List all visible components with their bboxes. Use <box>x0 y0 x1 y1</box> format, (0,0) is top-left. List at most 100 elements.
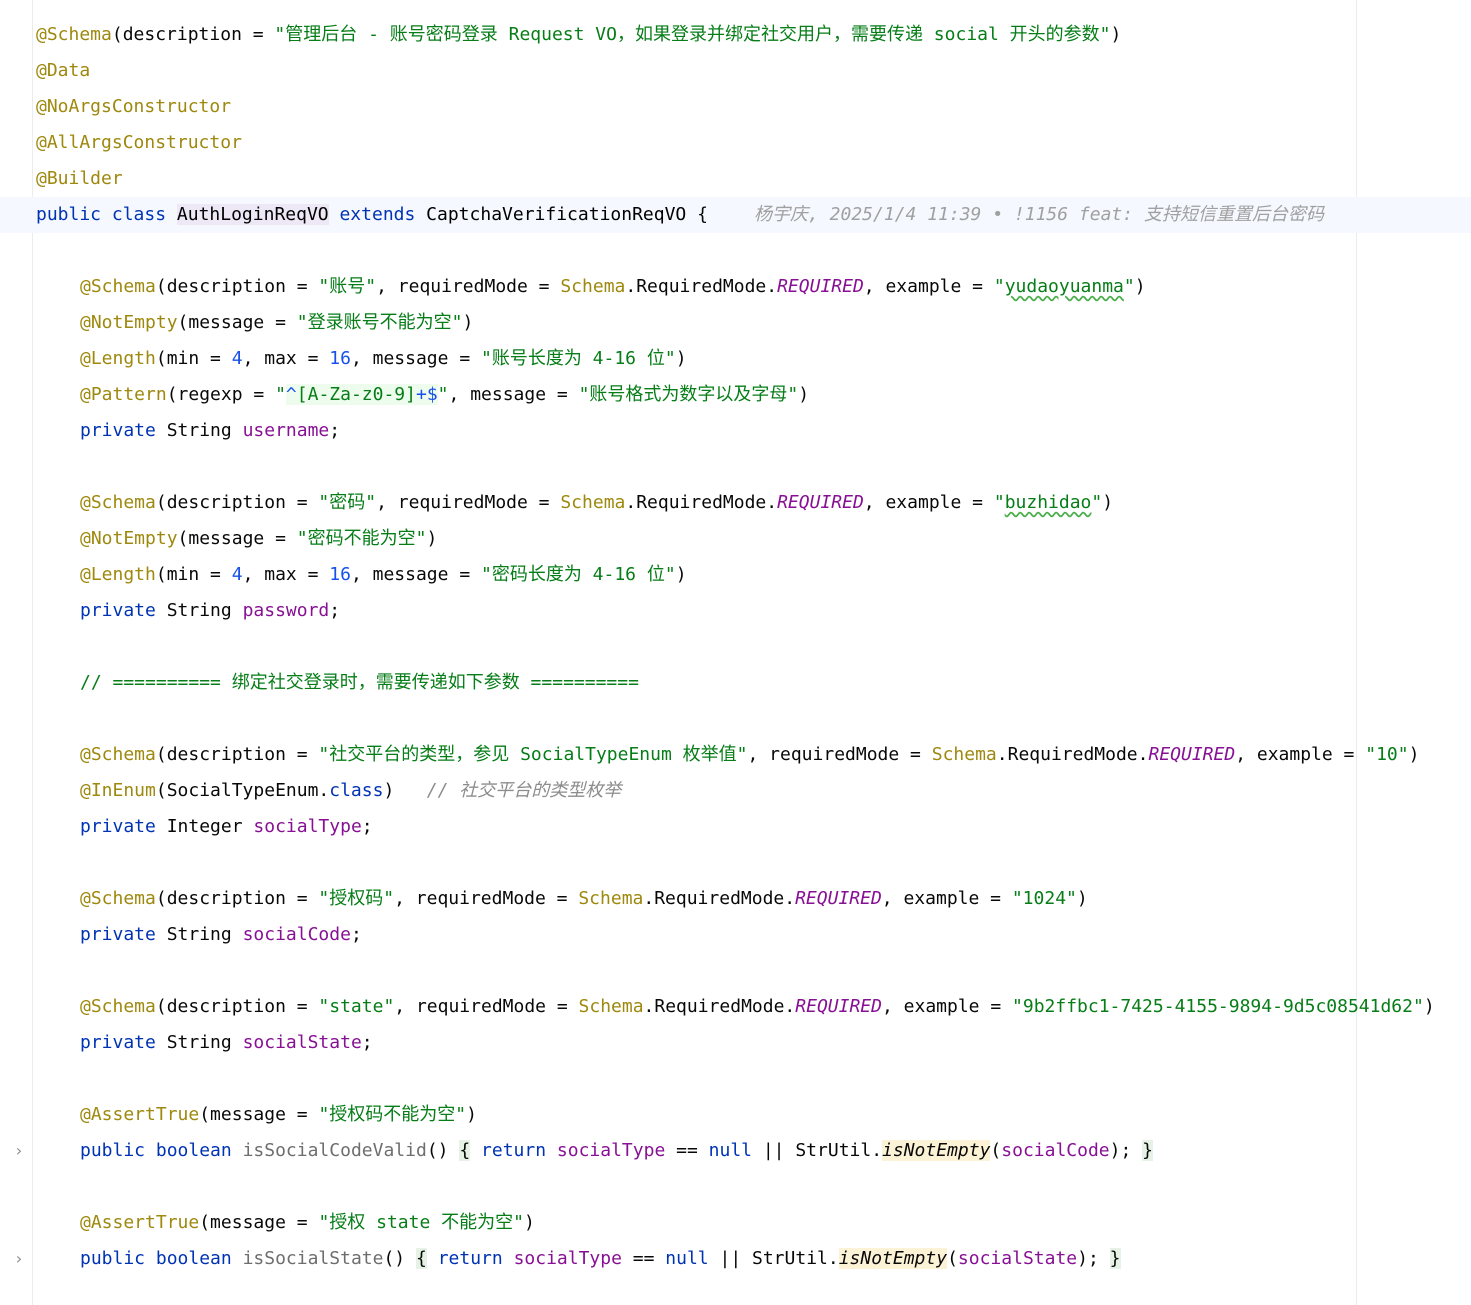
quote: " <box>275 384 286 405</box>
code-text: @Schema(description = "密码", requiredMode… <box>80 485 1113 521</box>
string-literal: "授权 state 不能为空" <box>318 1212 524 1233</box>
code-text: @NotEmpty(message = "密码不能为空") <box>80 521 437 557</box>
field-name[interactable]: password <box>243 600 330 621</box>
code-text: @InEnum(SocialTypeEnum.class) // 社交平台的类型… <box>80 773 621 809</box>
static-method-call[interactable]: isNotEmpty <box>882 1140 991 1161</box>
code-line-9[interactable]: @NotEmpty(message = "登录账号不能为空") <box>0 305 1471 341</box>
code-token: ) <box>798 384 810 405</box>
code-line-25[interactable]: @Schema(description = "授权码", requiredMod… <box>0 881 1471 917</box>
code-token: ( <box>947 1248 958 1269</box>
annotation: @NotEmpty <box>80 528 178 549</box>
keyword: class <box>111 204 167 225</box>
code-token: , requiredMode = <box>394 888 579 909</box>
code-token: (regexp = <box>166 384 276 405</box>
enum-constant: REQUIRED <box>1148 744 1236 765</box>
code-line-11[interactable]: @Pattern(regexp = "^[A-Za-z0-9]+$", mess… <box>0 377 1471 413</box>
fold-expand-icon[interactable]: › <box>14 1241 24 1277</box>
enum-constant: REQUIRED <box>795 888 882 909</box>
folded-open-brace[interactable]: { <box>459 1140 471 1161</box>
code-line-15[interactable]: @NotEmpty(message = "密码不能为空") <box>0 521 1471 557</box>
field-reference: socialType <box>556 1140 666 1161</box>
static-method-call[interactable]: isNotEmpty <box>838 1248 948 1269</box>
keyword: public <box>80 1248 146 1269</box>
code-text: @Schema(description = "社交平台的类型，参见 Social… <box>80 737 1419 773</box>
typo-string[interactable]: yudaoyuanma <box>1005 276 1124 297</box>
code-token: .RequiredMode. <box>625 492 778 513</box>
code-token: (message = <box>199 1104 319 1125</box>
typo-string[interactable]: buzhidao <box>1005 492 1092 513</box>
code-line-29[interactable]: private String socialState; <box>0 1025 1471 1061</box>
annotation: @AssertTrue <box>80 1212 200 1233</box>
parent-class-name[interactable]: CaptchaVerificationReqVO <box>426 204 686 225</box>
code-line-14[interactable]: @Schema(description = "密码", requiredMode… <box>0 485 1471 521</box>
code-token: , requiredMode = <box>747 744 932 765</box>
annotation: @Schema <box>80 276 156 297</box>
code-line-28[interactable]: @Schema(description = "state", requiredM… <box>0 989 1471 1025</box>
annotation: @Length <box>80 564 156 585</box>
code-line-2[interactable]: @Data <box>0 53 1471 89</box>
code-text: @Schema(description = "管理后台 - 账号密码登录 Req… <box>36 17 1121 53</box>
git-blame-hint[interactable]: 杨宇庆, 2025/1/4 11:39 • !1156 feat: 支持短信重置… <box>754 197 1324 233</box>
folded-close-brace[interactable]: } <box>1142 1140 1154 1161</box>
number-literal: 16 <box>329 348 351 369</box>
keyword: private <box>80 600 156 621</box>
code-line-35[interactable]: › public boolean isSocialState() { retur… <box>0 1241 1471 1277</box>
field-name[interactable]: socialState <box>243 1032 362 1053</box>
class-reference: Schema <box>560 492 626 513</box>
code-token: , message = <box>350 348 481 369</box>
code-line-21[interactable]: @Schema(description = "社交平台的类型，参见 Social… <box>0 737 1471 773</box>
quote: " <box>1123 276 1135 297</box>
code-line-8[interactable]: @Schema(description = "账号", requiredMode… <box>0 269 1471 305</box>
code-token: (message = <box>199 1212 319 1233</box>
keyword: private <box>80 1032 156 1053</box>
code-token: ; <box>361 816 373 837</box>
code-line-3[interactable]: @NoArgsConstructor <box>0 89 1471 125</box>
code-line-22[interactable]: @InEnum(SocialTypeEnum.class) // 社交平台的类型… <box>0 773 1471 809</box>
annotation: @Schema <box>36 24 112 45</box>
code-line-16[interactable]: @Length(min = 4, max = 16, message = "密码… <box>0 557 1471 593</box>
code-line-10[interactable]: @Length(min = 4, max = 16, message = "账号… <box>0 341 1471 377</box>
code-token: .RequiredMode. <box>643 996 796 1017</box>
code-line-19[interactable]: // ========== 绑定社交登录时，需要传递如下参数 =========… <box>0 665 1471 701</box>
code-token: (description = <box>155 996 319 1017</box>
enum-constant: REQUIRED <box>777 492 864 513</box>
string-literal: "密码不能为空" <box>296 528 427 549</box>
code-line-4[interactable]: @AllArgsConstructor <box>0 125 1471 161</box>
folded-open-brace[interactable]: { <box>416 1248 427 1269</box>
keyword: null <box>665 1248 709 1269</box>
code-line-6-current[interactable]: public class AuthLoginReqVO extends Capt… <box>0 197 1471 233</box>
annotation: @Schema <box>80 888 156 909</box>
method-name[interactable]: isSocialState <box>243 1248 384 1269</box>
code-line-23[interactable]: private Integer socialType; <box>0 809 1471 845</box>
code-line-5[interactable]: @Builder <box>0 161 1471 197</box>
keyword: private <box>80 816 156 837</box>
code-line-26[interactable]: private String socialCode; <box>0 917 1471 953</box>
code-line-17[interactable]: private String password; <box>0 593 1471 629</box>
code-token: () <box>426 1140 449 1161</box>
fold-expand-icon[interactable]: › <box>14 1133 24 1169</box>
code-token: , requiredMode = <box>376 492 561 513</box>
code-text: @AssertTrue(message = "授权码不能为空") <box>80 1097 477 1133</box>
type-name: String <box>166 1032 232 1053</box>
code-line-34[interactable]: @AssertTrue(message = "授权 state 不能为空") <box>0 1205 1471 1241</box>
string-literal: "授权码不能为空" <box>318 1104 467 1125</box>
method-name[interactable]: isSocialCodeValid <box>243 1140 427 1161</box>
code-line-1[interactable]: @Schema(description = "管理后台 - 账号密码登录 Req… <box>0 17 1471 53</box>
code-line-32[interactable]: › public boolean isSocialCodeValid() { r… <box>0 1133 1471 1169</box>
regex-anchor: ^ <box>285 384 297 405</box>
code-editor[interactable]: @Schema(description = "管理后台 - 账号密码登录 Req… <box>0 0 1471 1305</box>
keyword: null <box>708 1140 752 1161</box>
code-text: @AssertTrue(message = "授权 state 不能为空") <box>80 1205 535 1241</box>
code-line-12[interactable]: private String username; <box>0 413 1471 449</box>
class-name[interactable]: AuthLoginReqVO <box>176 204 329 225</box>
annotation: @Schema <box>80 744 156 765</box>
string-literal: "社交平台的类型，参见 SocialTypeEnum 枚举值" <box>318 744 748 765</box>
folded-close-brace[interactable]: } <box>1109 1248 1121 1269</box>
code-token: ); <box>1077 1248 1099 1269</box>
field-name[interactable]: socialCode <box>243 924 351 945</box>
code-token: ; <box>329 600 341 621</box>
field-name[interactable]: socialType <box>253 816 361 837</box>
code-token: (description = <box>111 24 275 45</box>
field-name[interactable]: username <box>243 420 330 441</box>
code-line-31[interactable]: @AssertTrue(message = "授权码不能为空") <box>0 1097 1471 1133</box>
